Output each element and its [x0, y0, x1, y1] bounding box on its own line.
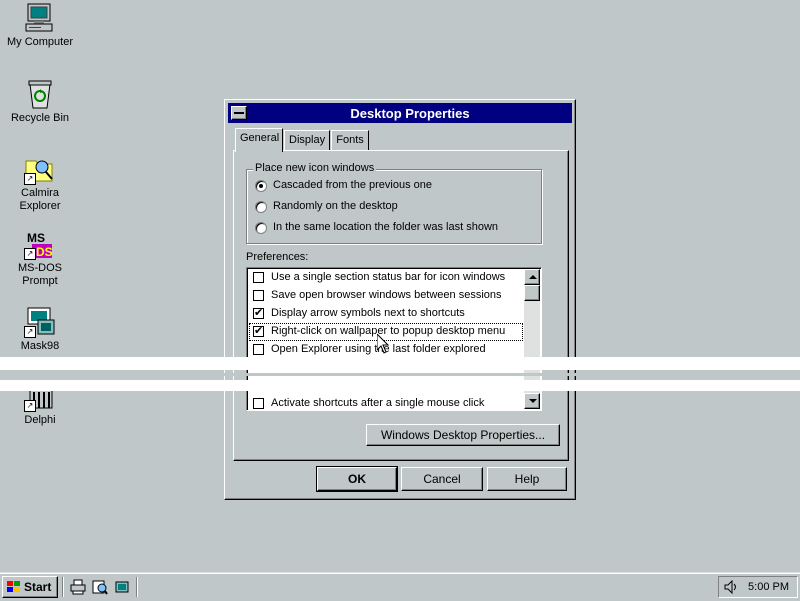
screen-glitch-band — [0, 357, 800, 370]
button-label: OK — [348, 472, 366, 486]
radio-label: Randomly on the desktop — [273, 200, 398, 212]
computer-icon — [24, 2, 56, 34]
button-label: Help — [514, 472, 540, 486]
desktop-icon-label: Delphi — [24, 414, 56, 426]
preferences-label: Preferences: — [246, 251, 309, 263]
tab-general[interactable]: General — [235, 128, 283, 152]
tab-label: Fonts — [336, 134, 364, 146]
list-item[interactable]: Display arrow symbols next to shortcuts — [249, 305, 523, 323]
tab-label: General — [240, 132, 280, 144]
shortcut-arrow-icon: ↗ — [24, 248, 36, 260]
speaker-icon[interactable] — [724, 579, 740, 595]
list-item[interactable]: Use a single section status bar for icon… — [249, 269, 523, 287]
desktop-icon-label-line2: Prompt — [22, 275, 58, 287]
button-label: Cancel — [423, 472, 461, 486]
explorer-icon: ↗ — [24, 153, 56, 185]
windows-logo-icon — [7, 581, 21, 593]
mask98-icon: ↗ — [24, 306, 56, 338]
desktop-icon-msdos-prompt[interactable]: MS DS ↗ MS-DOS Prompt — [0, 228, 80, 288]
list-item-label: Activate shortcuts after a single mouse … — [271, 397, 485, 409]
desktop-icon-label: Recycle Bin — [10, 112, 70, 124]
desktop-icon-label-line2: Explorer — [19, 200, 61, 212]
system-tray: 5:00 PM — [718, 576, 798, 598]
recycle-bin-icon — [24, 78, 56, 110]
desktop-icon-label: My Computer — [6, 36, 74, 48]
windows-desktop-properties-button[interactable]: Windows Desktop Properties... — [366, 424, 560, 446]
shortcut-arrow-icon: ↗ — [24, 326, 36, 338]
desktop-icon-label: Mask98 — [20, 340, 60, 352]
shortcut-arrow-icon: ↗ — [24, 400, 36, 412]
taskbar: Start 5:00 PM — [0, 572, 800, 601]
cancel-button[interactable]: Cancel — [401, 467, 483, 491]
screen-glitch-band — [0, 380, 800, 391]
desktop-icon-recycle-bin[interactable]: Recycle Bin — [0, 78, 80, 125]
svg-text:MS: MS — [27, 231, 45, 245]
scroll-up-button[interactable] — [524, 269, 540, 285]
dialog-title: Desktop Properties — [350, 106, 470, 121]
groupbox-title: Place new icon windows — [253, 162, 377, 174]
checkbox[interactable] — [253, 344, 264, 355]
desktop-properties-dialog: Desktop Properties General Display Fonts… — [224, 99, 576, 500]
desktop-icon-label-line1: MS-DOS — [18, 262, 62, 274]
button-label: Windows Desktop Properties... — [380, 428, 546, 442]
start-button[interactable]: Start — [2, 576, 58, 598]
taskbar-separator — [136, 577, 138, 597]
desktop-icon-mask98[interactable]: ↗ Mask98 — [0, 306, 80, 353]
radio-button[interactable] — [255, 222, 267, 234]
list-item[interactable]: Activate shortcuts after a single mouse … — [249, 395, 523, 410]
printer-icon[interactable] — [70, 579, 86, 595]
list-item-label: Save open browser windows between sessio… — [271, 289, 502, 301]
list-item-label: Use a single section status bar for icon… — [271, 271, 506, 283]
help-button[interactable]: Help — [487, 467, 567, 491]
find-icon[interactable] — [92, 579, 108, 595]
checkbox[interactable] — [253, 324, 264, 338]
dialog-title-bar[interactable]: Desktop Properties — [228, 103, 572, 123]
radio-label: In the same location the folder was last… — [273, 221, 499, 233]
desktop-icon-label-line1: Calmira — [21, 187, 59, 199]
shortcut-arrow-icon: ↗ — [24, 173, 36, 185]
arrow-up-icon — [529, 275, 537, 279]
screen-glitch-band — [0, 373, 800, 376]
desktop-icon-calmira-explorer[interactable]: ↗ Calmira Explorer — [0, 153, 80, 213]
svg-text:DS: DS — [36, 245, 53, 259]
taskbar-separator — [62, 577, 64, 597]
checkbox[interactable] — [253, 272, 264, 283]
icon-windows-groupbox: Place new icon windows Cascaded from the… — [246, 162, 542, 244]
checkbox[interactable] — [253, 306, 264, 320]
system-menu-icon — [234, 112, 244, 114]
system-menu-button[interactable] — [231, 106, 247, 120]
scroll-down-button[interactable] — [524, 393, 540, 409]
radio-button[interactable] — [255, 180, 267, 192]
start-label: Start — [24, 580, 52, 594]
radio-button[interactable] — [255, 201, 267, 213]
radio-label: Cascaded from the previous one — [273, 179, 432, 191]
msdos-icon: MS DS ↗ — [24, 228, 56, 260]
list-item[interactable]: Save open browser windows between sessio… — [249, 287, 523, 305]
explorer-icon[interactable] — [114, 579, 130, 595]
clock[interactable]: 5:00 PM — [748, 581, 789, 593]
checkbox[interactable] — [253, 290, 264, 301]
general-tab-panel: Place new icon windows Cascaded from the… — [233, 150, 569, 461]
ok-button[interactable]: OK — [316, 466, 398, 492]
desktop-icon-my-computer[interactable]: My Computer — [0, 2, 80, 49]
tab-fonts[interactable]: Fonts — [331, 130, 369, 150]
scroll-thumb[interactable] — [524, 285, 540, 301]
list-item-label: Display arrow symbols next to shortcuts — [271, 307, 465, 319]
arrow-down-icon — [529, 399, 537, 403]
mouse-pointer-icon — [376, 332, 390, 354]
tab-display[interactable]: Display — [284, 130, 330, 150]
checkbox[interactable] — [253, 398, 264, 409]
tab-label: Display — [289, 134, 326, 146]
